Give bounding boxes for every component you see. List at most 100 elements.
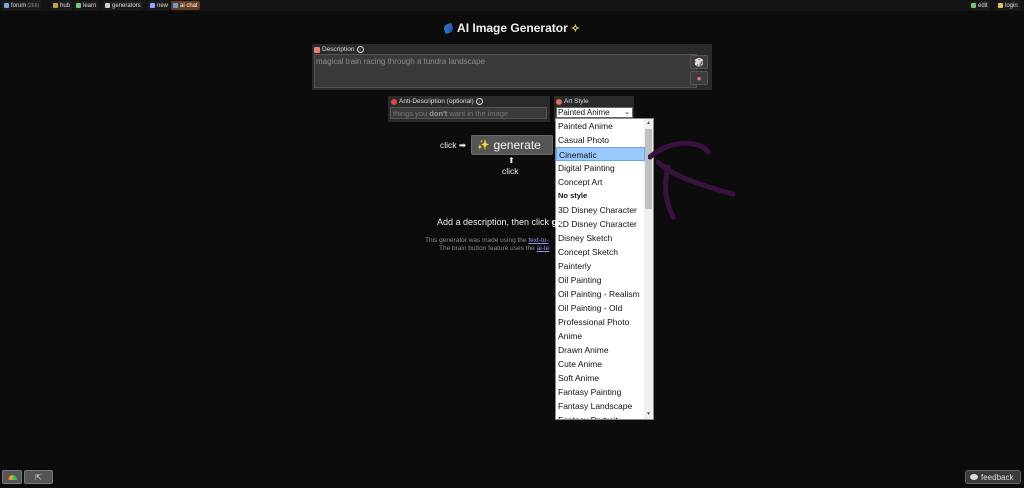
- click-hint-left: click ➡: [440, 140, 467, 150]
- nav-forum[interactable]: forum (266): [2, 1, 42, 10]
- plus-icon: [150, 3, 155, 8]
- info-line-2: The brain button feature uses the ai-te: [439, 245, 549, 252]
- nav-ai-chat[interactable]: ai chat: [171, 1, 200, 10]
- art-style-option[interactable]: Drawn Anime: [556, 343, 645, 357]
- nav-new[interactable]: new: [148, 1, 171, 10]
- magic-wand-icon: ✧: [570, 23, 580, 35]
- nav-new-label: new: [157, 2, 169, 9]
- nav-forum-count: (266): [27, 2, 40, 9]
- expand-button[interactable]: ⇱: [24, 470, 53, 484]
- hub-icon: [53, 3, 58, 8]
- learn-icon: [76, 3, 81, 8]
- art-style-option[interactable]: Anime: [556, 329, 645, 343]
- expand-icon: ⇱: [35, 472, 42, 482]
- nav-login[interactable]: login: [996, 1, 1020, 10]
- document-icon: [314, 46, 320, 53]
- art-style-dropdown-list[interactable]: ▲ ▼ Painted Anime Casual Photo Cinematic Di…: [555, 118, 654, 420]
- placeholder-text: things you: [393, 109, 430, 118]
- art-style-option[interactable]: Painted Anime: [556, 119, 645, 133]
- art-style-option[interactable]: Concept Sketch: [556, 245, 645, 259]
- art-style-option[interactable]: Cinematic: [556, 147, 645, 161]
- anti-description-label-text: Anti-Description (optional): [399, 98, 474, 105]
- chat-bubble-icon: [970, 474, 978, 480]
- art-style-option[interactable]: Disney Sketch: [556, 231, 645, 245]
- description-panel: Description i magical train racing throu…: [312, 44, 712, 90]
- art-style-option[interactable]: Fantasy Portrait: [556, 413, 645, 419]
- info-line-2-text: The brain button feature uses the: [439, 245, 537, 252]
- rainbow-button[interactable]: [2, 470, 22, 484]
- feedback-button[interactable]: feedback: [965, 470, 1021, 484]
- text-to-image-link[interactable]: text-to-: [528, 237, 548, 244]
- info-icon[interactable]: i: [475, 98, 483, 105]
- tag-icon: [105, 3, 110, 8]
- anti-description-input[interactable]: things you don't want in the image: [390, 107, 547, 119]
- ai-text-link[interactable]: ai-te: [537, 245, 550, 252]
- brain-button[interactable]: ●: [690, 71, 708, 85]
- art-style-select[interactable]: Painted Anime ⌄: [556, 107, 633, 118]
- anti-description-panel: Anti-Description (optional) i things you…: [388, 96, 550, 122]
- art-style-option[interactable]: Professional Photo: [556, 315, 645, 329]
- arrow-up-icon: ⬆: [508, 156, 515, 165]
- generate-button-label: generate: [493, 138, 541, 152]
- art-style-option[interactable]: Painterly: [556, 259, 645, 273]
- click-hint-below: click: [502, 166, 519, 176]
- dice-icon: 🎲: [694, 57, 704, 67]
- anti-description-label: Anti-Description (optional) i: [391, 98, 483, 105]
- nav-hub[interactable]: hub: [51, 1, 73, 10]
- art-style-option[interactable]: Concept Art: [556, 175, 645, 189]
- chat-icon: [173, 3, 178, 8]
- nav-edit-label: edit: [978, 2, 988, 9]
- page-title-text: AI Image Generator: [457, 21, 568, 35]
- info-line-1: This generator was made using the text-t…: [425, 237, 549, 244]
- brush-icon: [442, 22, 455, 35]
- sparkles-icon: ✨: [477, 139, 490, 151]
- art-style-label-text: Art Style: [564, 98, 589, 105]
- instruction-text: Add a description, then click ge: [437, 217, 562, 227]
- feedback-label: feedback: [981, 472, 1014, 482]
- page-title: AI Image Generator ✧: [0, 21, 1024, 35]
- art-style-option[interactable]: Fantasy Painting: [556, 385, 645, 399]
- art-style-option[interactable]: Digital Painting: [556, 161, 645, 175]
- generate-button[interactable]: ✨ generate: [471, 135, 553, 155]
- purple-scribble: [648, 140, 736, 220]
- art-style-option[interactable]: Oil Painting - Realism: [556, 287, 645, 301]
- scroll-down-arrow-icon[interactable]: ▼: [645, 411, 652, 418]
- art-style-option[interactable]: Soft Anime: [556, 371, 645, 385]
- art-style-option[interactable]: 3D Disney Character: [556, 203, 645, 217]
- scroll-up-arrow-icon[interactable]: ▲: [645, 120, 652, 127]
- description-value: magical train racing through a tundra la…: [316, 57, 485, 66]
- art-style-option[interactable]: 2D Disney Character: [556, 217, 645, 231]
- art-style-selected: Painted Anime: [558, 108, 610, 117]
- art-style-label: Art Style: [556, 98, 589, 105]
- art-style-option[interactable]: Oil Painting - Old: [556, 301, 645, 315]
- nav-ai-chat-label: ai chat: [180, 2, 198, 9]
- nav-edit[interactable]: edit: [969, 1, 990, 10]
- art-style-option[interactable]: Casual Photo: [556, 133, 645, 147]
- forum-icon: [4, 3, 9, 8]
- art-style-option[interactable]: Oil Painting: [556, 273, 645, 287]
- key-icon: [998, 3, 1003, 8]
- description-label: Description i: [314, 46, 364, 53]
- art-style-option[interactable]: Fantasy Landscape: [556, 399, 645, 413]
- nav-generators-label: generators: [112, 2, 141, 9]
- nav-generators[interactable]: generators: [103, 1, 143, 10]
- rainbow-icon: [7, 474, 17, 480]
- no-entry-icon: [391, 98, 397, 105]
- nav-learn-label: learn: [83, 2, 97, 9]
- nav-hub-label: hub: [60, 2, 71, 9]
- art-style-option[interactable]: No style: [556, 189, 645, 203]
- nav-forum-label: forum: [11, 2, 27, 9]
- nav-learn[interactable]: learn: [74, 1, 99, 10]
- instruction-text-bold: ge: [551, 217, 563, 227]
- placeholder-bold: don't: [429, 109, 448, 118]
- random-dice-button[interactable]: 🎲: [690, 55, 708, 69]
- top-navbar: forum (266) hub learn generators new ai …: [0, 0, 1024, 11]
- description-textarea[interactable]: magical train racing through a tundra la…: [314, 54, 697, 88]
- nav-login-label: login: [1005, 2, 1018, 9]
- placeholder-text-end: want in the image: [447, 109, 509, 118]
- palette-icon: [556, 98, 562, 105]
- info-line-1-text: This generator was made using the: [425, 237, 529, 244]
- description-label-text: Description: [322, 46, 355, 53]
- art-style-option[interactable]: Cute Anime: [556, 357, 645, 371]
- info-icon[interactable]: i: [356, 46, 364, 53]
